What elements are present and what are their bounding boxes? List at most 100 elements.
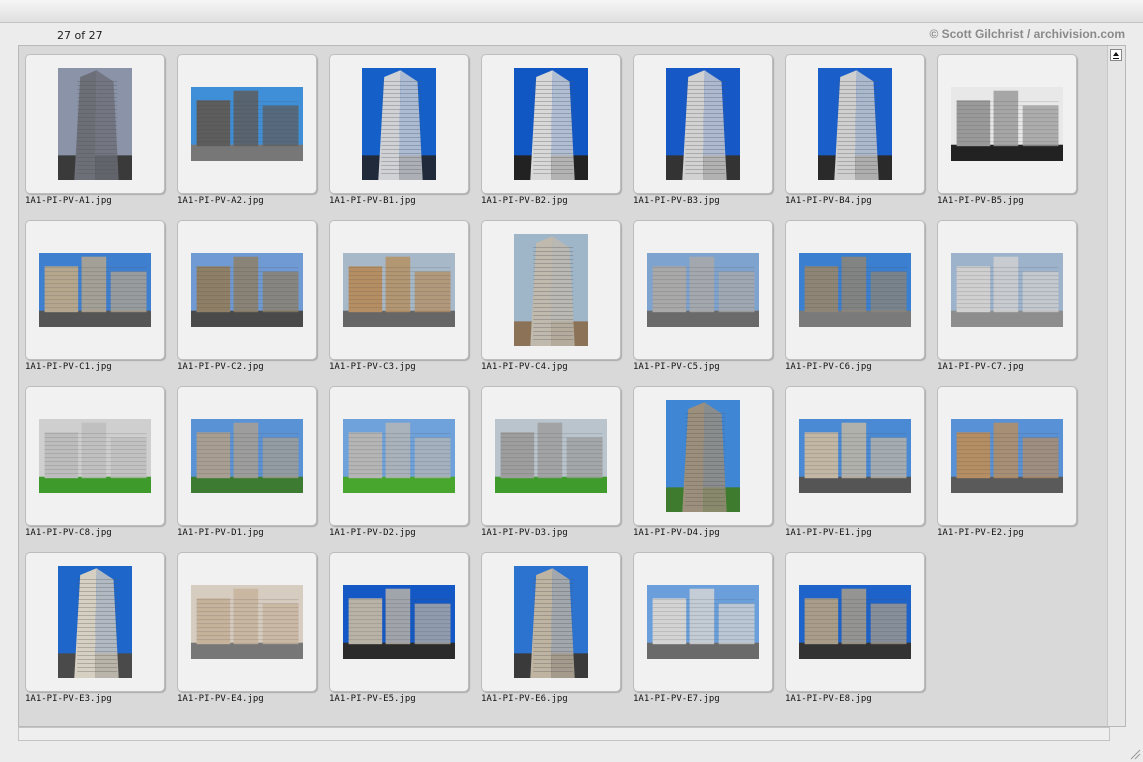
thumbnail-item[interactable]: 1A1-PI-PV-E7.jpg — [633, 552, 785, 718]
photo-graphic — [818, 68, 892, 180]
thumbnail-image[interactable] — [58, 68, 132, 180]
thumbnail-item[interactable]: 1A1-PI-PV-D2.jpg — [329, 386, 481, 552]
thumbnail-image[interactable] — [39, 253, 151, 327]
thumbnail-image[interactable] — [495, 419, 607, 493]
thumbnail-frame[interactable] — [937, 220, 1077, 360]
thumbnail-frame[interactable] — [177, 386, 317, 526]
thumbnail-frame[interactable] — [633, 220, 773, 360]
thumbnail-image[interactable] — [799, 585, 911, 659]
scroll-top-arrow-icon[interactable] — [1110, 49, 1122, 61]
thumbnail-image[interactable] — [951, 419, 1063, 493]
thumbnail-item[interactable]: 1A1-PI-PV-C6.jpg — [785, 220, 937, 386]
thumbnail-item[interactable]: 1A1-PI-PV-B1.jpg — [329, 54, 481, 220]
thumbnail-frame[interactable] — [329, 552, 469, 692]
thumbnail-frame[interactable] — [937, 386, 1077, 526]
thumbnail-item[interactable]: 1A1-PI-PV-B2.jpg — [481, 54, 633, 220]
thumbnail-image[interactable] — [799, 419, 911, 493]
thumbnail-image[interactable] — [666, 400, 740, 512]
thumbnail-item[interactable]: 1A1-PI-PV-D3.jpg — [481, 386, 633, 552]
thumbnail-frame[interactable] — [25, 220, 165, 360]
thumbnail-frame[interactable] — [785, 552, 925, 692]
thumbnail-item[interactable]: 1A1-PI-PV-A1.jpg — [25, 54, 177, 220]
thumbnail-browser: 1A1-PI-PV-A1.jpg 1A1-PI-PV-A2.jpg 1A1-PI-P… — [18, 45, 1126, 727]
thumbnail-image[interactable] — [799, 253, 911, 327]
thumbnail-image[interactable] — [647, 253, 759, 327]
thumbnail-filename: 1A1-PI-PV-A1.jpg — [25, 196, 112, 206]
thumbnail-image[interactable] — [666, 68, 740, 180]
thumbnail-image[interactable] — [343, 585, 455, 659]
thumbnail-image[interactable] — [39, 419, 151, 493]
thumbnail-frame[interactable] — [785, 54, 925, 194]
thumbnail-item[interactable]: 1A1-PI-PV-E8.jpg — [785, 552, 937, 718]
thumbnail-item[interactable]: 1A1-PI-PV-C1.jpg — [25, 220, 177, 386]
resize-grip-icon[interactable] — [1129, 748, 1141, 760]
thumbnail-item[interactable]: 1A1-PI-PV-E6.jpg — [481, 552, 633, 718]
thumbnail-image[interactable] — [343, 253, 455, 327]
thumbnail-image[interactable] — [647, 585, 759, 659]
thumbnail-frame[interactable] — [329, 220, 469, 360]
thumbnail-item[interactable]: 1A1-PI-PV-B4.jpg — [785, 54, 937, 220]
thumbnail-image[interactable] — [514, 566, 588, 678]
thumbnail-item[interactable]: 1A1-PI-PV-C8.jpg — [25, 386, 177, 552]
thumbnail-image[interactable] — [191, 253, 303, 327]
thumbnail-image[interactable] — [191, 87, 303, 161]
thumbnail-frame[interactable] — [633, 54, 773, 194]
photo-graphic — [799, 419, 911, 493]
thumbnail-frame[interactable] — [633, 386, 773, 526]
thumbnail-frame[interactable] — [25, 386, 165, 526]
thumbnail-filename: 1A1-PI-PV-C5.jpg — [633, 362, 720, 372]
thumbnail-item[interactable]: 1A1-PI-PV-C2.jpg — [177, 220, 329, 386]
thumbnail-frame[interactable] — [177, 54, 317, 194]
thumbnail-item[interactable]: 1A1-PI-PV-D4.jpg — [633, 386, 785, 552]
thumbnail-item[interactable]: 1A1-PI-PV-E4.jpg — [177, 552, 329, 718]
thumbnail-item[interactable]: 1A1-PI-PV-E2.jpg — [937, 386, 1089, 552]
thumbnail-frame[interactable] — [785, 220, 925, 360]
thumbnail-frame[interactable] — [25, 54, 165, 194]
thumbnail-image[interactable] — [191, 585, 303, 659]
thumbnail-image[interactable] — [343, 419, 455, 493]
thumbnail-image[interactable] — [58, 566, 132, 678]
thumbnail-item[interactable]: 1A1-PI-PV-D1.jpg — [177, 386, 329, 552]
thumbnail-item[interactable]: 1A1-PI-PV-B5.jpg — [937, 54, 1089, 220]
thumbnail-item[interactable]: 1A1-PI-PV-C3.jpg — [329, 220, 481, 386]
thumbnail-frame[interactable] — [937, 54, 1077, 194]
thumbnail-frame[interactable] — [177, 220, 317, 360]
horizontal-scrollbar[interactable] — [18, 727, 1110, 741]
thumbnail-item[interactable]: 1A1-PI-PV-E5.jpg — [329, 552, 481, 718]
photo-graphic — [343, 585, 455, 659]
thumbnail-item[interactable]: 1A1-PI-PV-A2.jpg — [177, 54, 329, 220]
thumbnail-frame[interactable] — [177, 552, 317, 692]
thumbnail-filename: 1A1-PI-PV-E4.jpg — [177, 694, 264, 704]
thumbnail-frame[interactable] — [329, 386, 469, 526]
thumbnail-frame[interactable] — [25, 552, 165, 692]
copyright-credit: © Scott Gilchrist / archivision.com — [929, 27, 1125, 41]
thumbnail-image[interactable] — [514, 68, 588, 180]
thumbnail-image[interactable] — [514, 234, 588, 346]
thumbnail-item[interactable]: 1A1-PI-PV-E3.jpg — [25, 552, 177, 718]
thumbnail-frame[interactable] — [329, 54, 469, 194]
thumbnail-item[interactable]: 1A1-PI-PV-C7.jpg — [937, 220, 1089, 386]
thumbnail-image[interactable] — [818, 68, 892, 180]
thumbnail-item[interactable]: 1A1-PI-PV-B3.jpg — [633, 54, 785, 220]
thumbnail-frame[interactable] — [481, 552, 621, 692]
thumbnail-image[interactable] — [951, 253, 1063, 327]
thumbnail-image[interactable] — [951, 87, 1063, 161]
thumbnail-item[interactable]: 1A1-PI-PV-C4.jpg — [481, 220, 633, 386]
vertical-scrollbar[interactable] — [1107, 46, 1125, 726]
thumbnail-frame[interactable] — [785, 386, 925, 526]
thumbnail-filename: 1A1-PI-PV-C1.jpg — [25, 362, 112, 372]
thumbnail-filename: 1A1-PI-PV-B1.jpg — [329, 196, 416, 206]
thumbnail-item[interactable]: 1A1-PI-PV-E1.jpg — [785, 386, 937, 552]
thumbnail-image[interactable] — [362, 68, 436, 180]
thumbnail-filename: 1A1-PI-PV-D1.jpg — [177, 528, 264, 538]
thumbnail-image[interactable] — [191, 419, 303, 493]
thumbnail-item[interactable]: 1A1-PI-PV-C5.jpg — [633, 220, 785, 386]
thumbnail-frame[interactable] — [481, 54, 621, 194]
thumbnail-filename: 1A1-PI-PV-C6.jpg — [785, 362, 872, 372]
thumbnail-filename: 1A1-PI-PV-B5.jpg — [937, 196, 1024, 206]
thumbnail-frame[interactable] — [481, 386, 621, 526]
thumbnail-frame[interactable] — [481, 220, 621, 360]
thumbnail-frame[interactable] — [633, 552, 773, 692]
thumbnail-filename: 1A1-PI-PV-E1.jpg — [785, 528, 872, 538]
thumbnail-filename: 1A1-PI-PV-A2.jpg — [177, 196, 264, 206]
